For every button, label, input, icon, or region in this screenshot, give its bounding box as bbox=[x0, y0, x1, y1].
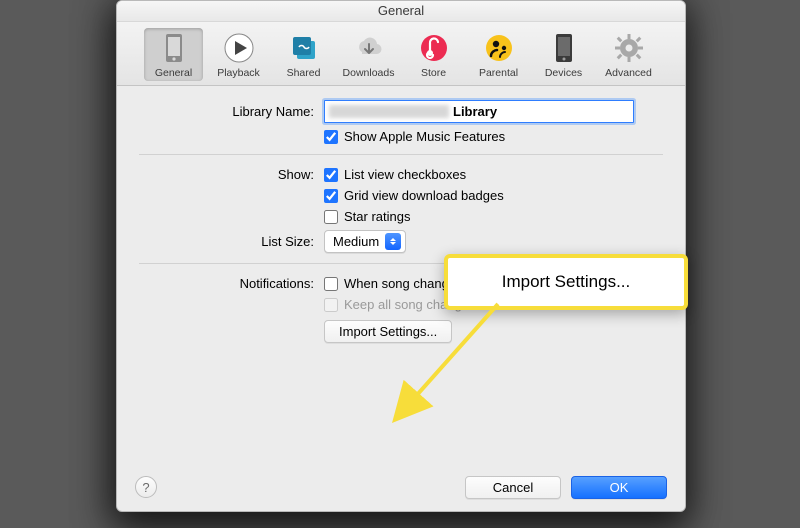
checkbox-icon[interactable] bbox=[324, 210, 338, 224]
phone-icon bbox=[158, 32, 190, 64]
tab-store[interactable]: Store bbox=[404, 28, 463, 81]
toolbar: General Playback Shared Downloads Store bbox=[117, 22, 685, 86]
list-view-checkboxes[interactable]: List view checkboxes bbox=[324, 167, 466, 182]
library-name-input[interactable]: Library bbox=[324, 100, 634, 123]
window-title: General bbox=[117, 1, 685, 22]
tab-downloads[interactable]: Downloads bbox=[339, 28, 398, 81]
store-icon bbox=[418, 32, 450, 64]
tab-shared[interactable]: Shared bbox=[274, 28, 333, 81]
play-icon bbox=[223, 32, 255, 64]
star-ratings[interactable]: Star ratings bbox=[324, 209, 410, 224]
help-button[interactable]: ? bbox=[135, 476, 157, 498]
list-size-label: List Size: bbox=[139, 234, 324, 249]
import-settings-button[interactable]: Import Settings... bbox=[324, 320, 452, 343]
grid-view-badges[interactable]: Grid view download badges bbox=[324, 188, 504, 203]
library-name-label: Library Name: bbox=[139, 104, 324, 119]
annotation-callout: Import Settings... bbox=[444, 254, 688, 310]
library-name-value: Library bbox=[453, 104, 497, 119]
checkbox-icon[interactable] bbox=[324, 168, 338, 182]
tab-devices[interactable]: Devices bbox=[534, 28, 593, 81]
tab-playback[interactable]: Playback bbox=[209, 28, 268, 81]
footer: ? Cancel OK bbox=[117, 463, 685, 511]
checkbox-icon[interactable] bbox=[324, 277, 338, 291]
parental-icon bbox=[483, 32, 515, 64]
divider bbox=[139, 154, 663, 155]
tab-label: Devices bbox=[545, 67, 582, 79]
when-song-changes[interactable]: When song changes bbox=[324, 276, 463, 291]
tab-label: Advanced bbox=[605, 67, 652, 79]
tab-general[interactable]: General bbox=[144, 28, 203, 81]
tab-label: Downloads bbox=[343, 67, 395, 79]
checkbox-icon[interactable] bbox=[324, 130, 338, 144]
tab-advanced[interactable]: Advanced bbox=[599, 28, 658, 81]
tab-label: Shared bbox=[287, 67, 321, 79]
chevron-up-down-icon bbox=[385, 233, 401, 250]
tab-parental[interactable]: Parental bbox=[469, 28, 528, 81]
checkbox-icon[interactable] bbox=[324, 189, 338, 203]
gear-icon bbox=[613, 32, 645, 64]
devices-icon bbox=[548, 32, 580, 64]
ok-button[interactable]: OK bbox=[571, 476, 667, 499]
help-icon: ? bbox=[142, 480, 149, 495]
tab-label: Parental bbox=[479, 67, 518, 79]
tab-label: General bbox=[155, 67, 192, 79]
general-pane: Library Name: Library Show Apple Music F… bbox=[117, 86, 685, 365]
show-apple-music-checkbox[interactable]: Show Apple Music Features bbox=[324, 129, 505, 144]
redacted-text bbox=[329, 105, 449, 118]
cancel-button[interactable]: Cancel bbox=[465, 476, 561, 499]
notifications-label: Notifications: bbox=[139, 276, 324, 291]
tab-label: Store bbox=[421, 67, 446, 79]
checkbox-icon bbox=[324, 298, 338, 312]
list-size-select[interactable]: Medium bbox=[324, 230, 406, 253]
list-size-value: Medium bbox=[333, 234, 379, 249]
show-label: Show: bbox=[139, 167, 324, 182]
cloud-download-icon bbox=[353, 32, 385, 64]
shared-icon bbox=[288, 32, 320, 64]
tab-label: Playback bbox=[217, 67, 260, 79]
